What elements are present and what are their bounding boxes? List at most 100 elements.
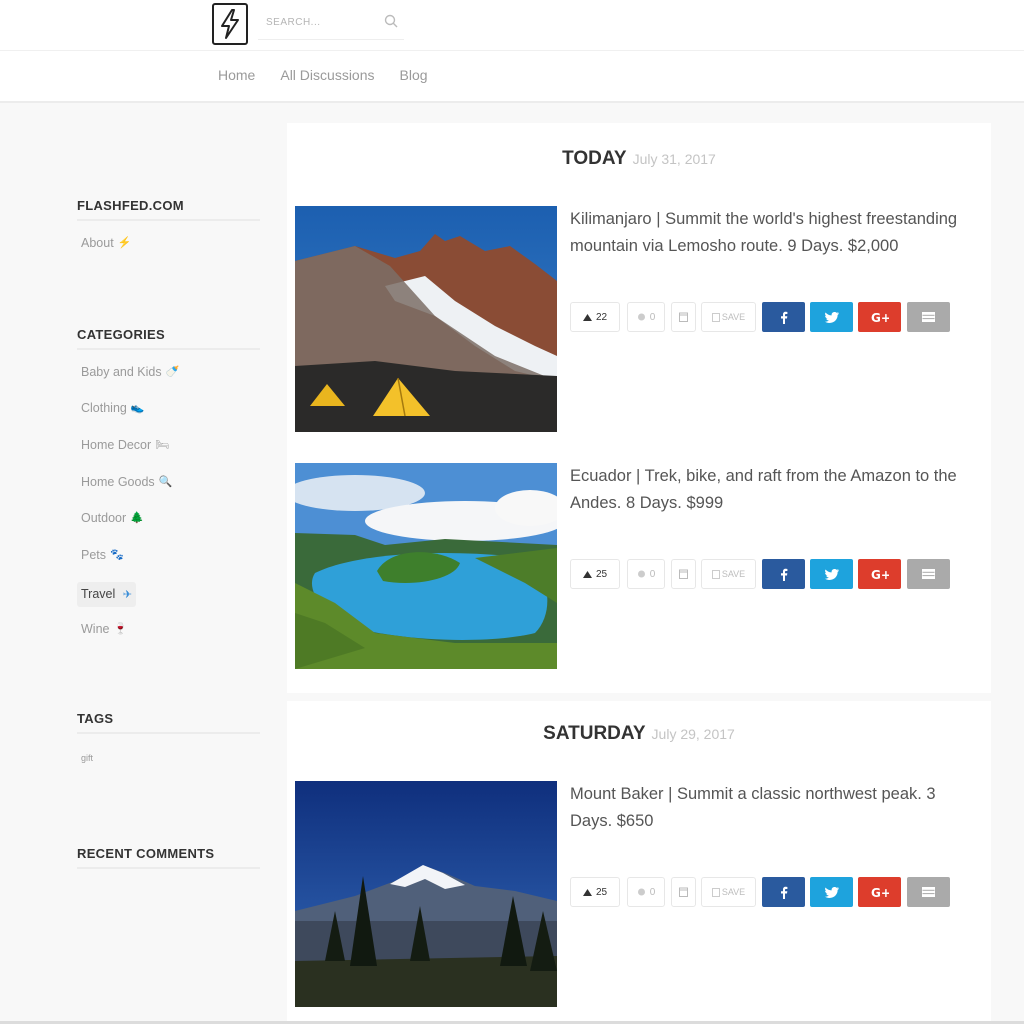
google-plus-icon: G+ (871, 886, 889, 898)
upvote-arrow-icon (582, 313, 592, 321)
category-label: Home Decor (81, 438, 152, 453)
share-email-button[interactable] (907, 302, 950, 332)
tag-gift[interactable]: gift (81, 748, 260, 768)
category-clothing[interactable]: Clothing 👟 (81, 398, 260, 435)
save-label: SAVE (721, 569, 746, 579)
post-thumbnail-ecuador[interactable] (295, 463, 557, 689)
share-email-button[interactable] (907, 877, 950, 907)
category-home-decor[interactable]: Home Decor 🛏 (81, 435, 260, 472)
vote-count: 25 (595, 886, 608, 898)
category-label: Clothing (81, 401, 127, 416)
day-date: July 29, 2017 (651, 726, 735, 742)
airplane-icon: ✈ (122, 588, 132, 601)
share-facebook-button[interactable] (762, 559, 805, 589)
share-email-button[interactable] (907, 559, 950, 589)
svg-text:G+: G+ (871, 568, 889, 580)
category-travel[interactable]: Travel ✈ (77, 581, 260, 619)
main-nav: Home All Discussions Blog (218, 67, 428, 83)
post-card: Ecuador | Trek, bike, and raft from the … (295, 463, 985, 689)
vote-count: 25 (595, 568, 608, 580)
post-thumbnail-mount-baker[interactable] (295, 781, 557, 1007)
search-input[interactable]: SEARCH... (266, 17, 321, 28)
comment-count: 0 (649, 568, 656, 580)
recent-comments-title: RECENT COMMENTS (77, 846, 260, 870)
bottle-icon: 🍼 (165, 365, 180, 378)
bookmark-icon (679, 569, 688, 579)
bookmark-icon (679, 887, 688, 897)
comment-button[interactable]: 0 (627, 559, 665, 589)
save-label: SAVE (721, 312, 746, 322)
twitter-icon (824, 311, 839, 323)
tags-title: TAGS (77, 711, 260, 735)
sidebar-link-about[interactable]: About ⚡ (81, 233, 260, 270)
site-title: FLASHFED.COM (77, 198, 260, 221)
sidebar-link-label: About (81, 236, 114, 250)
day-name: SATURDAY (543, 723, 646, 744)
comment-button[interactable]: 0 (627, 877, 665, 907)
share-twitter-button[interactable] (810, 877, 853, 907)
post-title[interactable]: Kilimanjaro | Summit the world's highest… (570, 206, 970, 260)
share-twitter-button[interactable] (810, 302, 853, 332)
category-outdoor[interactable]: Outdoor 🌲 (81, 508, 260, 545)
email-icon (922, 887, 935, 897)
nav-home[interactable]: Home (218, 67, 255, 83)
email-icon (922, 569, 935, 579)
upvote-button[interactable]: 25 (570, 559, 620, 589)
wine-glass-icon: 🍷 (113, 622, 128, 635)
sidebar: FLASHFED.COM About ⚡ CATEGORIES Baby and… (77, 198, 260, 870)
save-button[interactable]: SAVE (701, 559, 756, 589)
post-title[interactable]: Ecuador | Trek, bike, and raft from the … (570, 463, 970, 517)
category-label: Home Goods (81, 474, 155, 489)
nav-all-discussions[interactable]: All Discussions (280, 67, 374, 83)
tree-icon: 🌲 (130, 512, 144, 525)
lightning-icon: ⚡ (117, 237, 132, 249)
shoe-icon: 👟 (130, 402, 145, 415)
bookmark-button[interactable] (671, 302, 696, 332)
category-label: Outdoor (81, 511, 127, 526)
category-baby-and-kids[interactable]: Baby and Kids 🍼 (81, 362, 260, 399)
category-label: Pets (81, 548, 107, 563)
save-button[interactable]: SAVE (701, 877, 756, 907)
header-divider (0, 50, 1024, 51)
bed-icon: 🛏 (155, 439, 170, 452)
save-icon (711, 887, 720, 897)
upvote-button[interactable]: 25 (570, 877, 620, 907)
save-label: SAVE (721, 887, 746, 897)
upvote-button[interactable]: 22 (570, 302, 620, 332)
bookmark-button[interactable] (671, 559, 696, 589)
flash-logo-icon[interactable] (212, 3, 248, 45)
comment-icon (637, 570, 645, 577)
search-box[interactable]: SEARCH... (258, 6, 404, 40)
twitter-icon (824, 886, 839, 898)
bookmark-icon (679, 312, 688, 322)
share-google-plus-button[interactable]: G+ (858, 559, 901, 589)
vote-count: 22 (595, 311, 608, 323)
category-wine[interactable]: Wine 🍷 (81, 619, 260, 656)
site-header: SEARCH... Home All Discussions Blog (0, 0, 1024, 103)
magnifier-icon: 🔍 (158, 475, 173, 488)
google-plus-icon: G+ (871, 568, 889, 580)
post-card: Mount Baker | Summit a classic northwest… (295, 781, 985, 1007)
bookmark-button[interactable] (671, 877, 696, 907)
category-home-goods[interactable]: Home Goods 🔍 (81, 472, 260, 509)
upvote-arrow-icon (582, 888, 592, 896)
posts-feed: TODAY July 31, 2017 Kilimanjaro | Summit … (287, 123, 991, 1024)
category-pets[interactable]: Pets 🐾 (81, 545, 260, 582)
post-title[interactable]: Mount Baker | Summit a classic northwest… (570, 781, 970, 835)
category-label: Baby and Kids (81, 364, 162, 379)
share-google-plus-button[interactable]: G+ (858, 302, 901, 332)
search-icon[interactable] (384, 14, 398, 33)
post-thumbnail-kilimanjaro[interactable] (295, 206, 557, 432)
paw-icon: 🐾 (110, 549, 124, 562)
twitter-icon (824, 568, 839, 580)
share-twitter-button[interactable] (810, 559, 853, 589)
facebook-icon (780, 568, 787, 581)
email-icon (922, 312, 935, 322)
share-facebook-button[interactable] (762, 877, 805, 907)
categories-title: CATEGORIES (77, 327, 260, 350)
share-facebook-button[interactable] (762, 302, 805, 332)
share-google-plus-button[interactable]: G+ (858, 877, 901, 907)
comment-button[interactable]: 0 (627, 302, 665, 332)
nav-blog[interactable]: Blog (400, 67, 428, 83)
save-button[interactable]: SAVE (701, 302, 756, 332)
